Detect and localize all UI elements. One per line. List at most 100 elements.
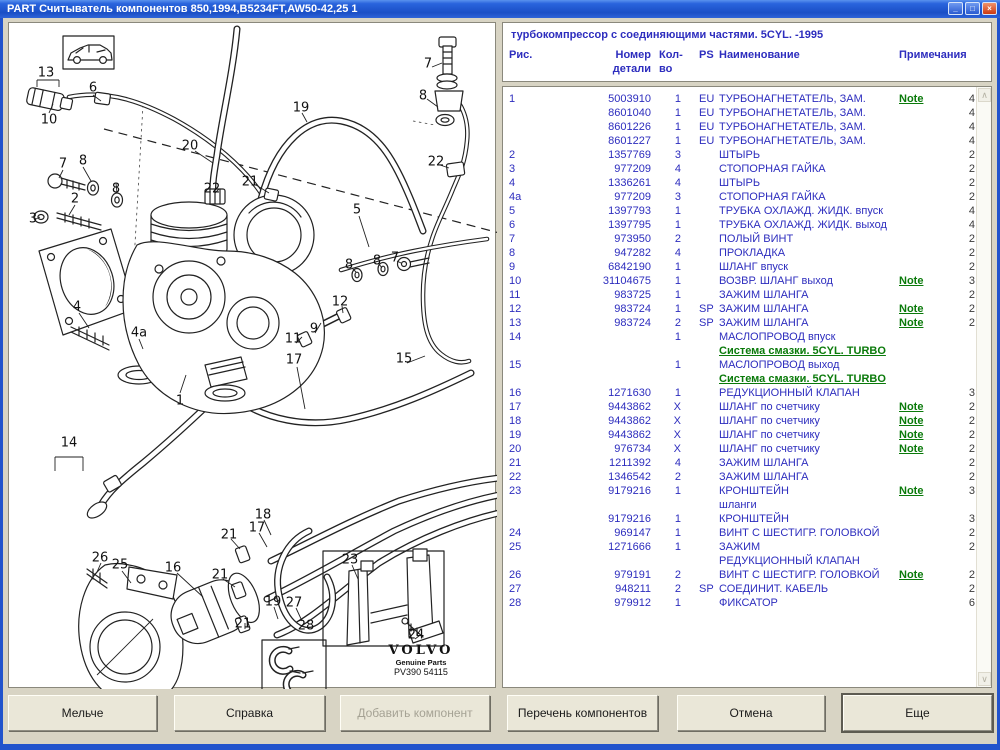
part-row[interactable]: 13 983724 2 SP ЗАЖИМ ШЛАНГА Note 2 [509, 316, 975, 330]
system-link[interactable]: Система смазки. 5CYL. TURBO [719, 344, 899, 358]
cell-qty: 2 [674, 233, 681, 245]
cell-note [899, 246, 951, 260]
part-row[interactable]: 7 973950 2 ПОЛЫЙ ВИНТ 2 [509, 232, 975, 246]
cell-qty: X [673, 401, 681, 413]
cell-name: ВИНТ С ШЕСТИГР. ГОЛОВКОЙ [719, 569, 880, 581]
part-row[interactable]: 10 31104675 1 ВОЗВР. ШЛАНГ выход Note 3 [509, 274, 975, 288]
note-link[interactable]: Note [899, 93, 923, 105]
part-subrow: РЕДУКЦИОННЫЙ КЛАПАН [509, 554, 975, 568]
cancel-button[interactable]: Отмена [677, 695, 825, 731]
title-bar: PART Считыватель компонентов 850,1994,B5… [0, 0, 1000, 18]
part-row[interactable]: 20 976734 X ШЛАНГ по счетчику Note 2 [509, 442, 975, 456]
cell-qty-right: 2 [968, 541, 975, 553]
part-row[interactable]: 4a 977209 3 СТОПОРНАЯ ГАЙКА 2 [509, 190, 975, 204]
cell-ps [687, 288, 719, 302]
part-row[interactable]: 28 979912 1 ФИКСАТОР 6 [509, 596, 975, 610]
part-row[interactable]: 26 979191 2 ВИНТ С ШЕСТИГР. ГОЛОВКОЙ Note 2 [509, 568, 975, 582]
cell-name: СТОПОРНАЯ ГАЙКА [719, 163, 826, 175]
cell-note [899, 582, 951, 596]
cell-ps [687, 470, 719, 484]
callout-label-8: 8 [372, 253, 382, 269]
volvo-logo: VOLVO Genuine Parts PV390 54115 [371, 643, 471, 677]
cell-part: 8601040 [608, 107, 651, 119]
turbo-diagram-svg [26, 23, 508, 705]
part-row[interactable]: 1 5003910 1 EU ТУРБОНАГНЕТАТЕЛЬ, ЗАМ. Note 4 [509, 92, 975, 106]
part-row[interactable]: 8601040 1 EU ТУРБОНАГНЕТАТЕЛЬ, ЗАМ. 4 [509, 106, 975, 120]
note-link[interactable]: Note [899, 303, 923, 315]
part-row[interactable]: 8601226 1 EU ТУРБОНАГНЕТАТЕЛЬ, ЗАМ. 4 [509, 120, 975, 134]
cell-qty: 1 [674, 135, 681, 147]
part-row[interactable]: 14 1 МАСЛОПРОВОД впуск [509, 330, 975, 344]
cell-qty-right: 2 [968, 443, 975, 455]
list-scrollbar[interactable]: ∧ ∨ [976, 87, 991, 687]
cell-fig: 17 [509, 401, 522, 413]
cell-part: 9179216 [608, 485, 651, 497]
note-link[interactable]: Note [899, 415, 923, 427]
part-row[interactable]: 3 977209 4 СТОПОРНАЯ ГАЙКА 2 [509, 162, 975, 176]
part-row[interactable]: 11 983725 1 ЗАЖИМ ШЛАНГА 2 [509, 288, 975, 302]
minimize-icon[interactable]: _ [948, 2, 963, 15]
cell-empty [589, 372, 651, 386]
cell-note [899, 526, 951, 540]
cell-name: ШЛАНГ по счетчику [719, 401, 820, 413]
note-link[interactable]: Note [899, 275, 923, 287]
part-row[interactable]: 25 1271666 1 ЗАЖИМ 2 [509, 540, 975, 554]
part-row[interactable]: 15 1 МАСЛОПРОВОД выход [509, 358, 975, 372]
cell-qty: 4 [674, 163, 681, 175]
cell-ps [687, 232, 719, 246]
cell-fig: 22 [509, 471, 522, 483]
note-link[interactable]: Note [899, 401, 923, 413]
cell-qty-right: 2 [968, 401, 975, 413]
part-row[interactable]: 18 9443862 X ШЛАНГ по счетчику Note 2 [509, 414, 975, 428]
callout-label-21: 21 [220, 527, 238, 543]
note-link[interactable]: Note [899, 569, 923, 581]
column-header-name: Наименование [719, 49, 800, 61]
scroll-up-icon[interactable]: ∧ [978, 88, 991, 102]
part-row[interactable]: 23 9179216 1 КРОНШТЕЙН Note 3 [509, 484, 975, 498]
scroll-down-icon[interactable]: ∨ [978, 672, 991, 686]
part-row[interactable]: 12 983724 1 SP ЗАЖИМ ШЛАНГА Note 2 [509, 302, 975, 316]
cell-note [899, 386, 951, 400]
part-row[interactable]: 5 1397793 1 ТРУБКА ОХЛАЖД. ЖИДК. впуск 4 [509, 204, 975, 218]
cell-qty: 1 [674, 303, 681, 315]
part-row[interactable]: 16 1271630 1 РЕДУКЦИОННЫЙ КЛАПАН 3 [509, 386, 975, 400]
cell-qty-right: 2 [968, 303, 975, 315]
part-row[interactable]: 4 1336261 4 ШТЫРЬ 2 [509, 176, 975, 190]
part-row[interactable]: 8601227 1 EU ТУРБОНАГНЕТАТЕЛЬ, ЗАМ. 4 [509, 134, 975, 148]
cell-fig: 15 [509, 359, 522, 371]
close-icon[interactable]: × [982, 2, 997, 15]
help-button[interactable]: Справка [174, 695, 325, 731]
cell-note [899, 204, 951, 218]
part-row[interactable]: 17 9443862 X ШЛАНГ по счетчику Note 2 [509, 400, 975, 414]
part-row[interactable]: 21 1211392 4 ЗАЖИМ ШЛАНГА 2 [509, 456, 975, 470]
note-link[interactable]: Note [899, 317, 923, 329]
part-row[interactable]: 22 1346542 2 ЗАЖИМ ШЛАНГА 2 [509, 470, 975, 484]
more-button[interactable]: Еще [843, 695, 992, 731]
cell-qty: 2 [674, 317, 681, 329]
cell-qty-right [951, 358, 975, 372]
part-row[interactable]: 9 6842190 1 ШЛАНГ впуск 2 [509, 260, 975, 274]
note-link[interactable]: Note [899, 485, 923, 497]
callout-label-8: 8 [418, 88, 428, 104]
cell-ps: SP [699, 303, 714, 315]
cell-part: 6842190 [608, 261, 651, 273]
assembly-title: турбокомпрессор с соединяющими частями. … [511, 29, 824, 41]
note-link[interactable]: Note [899, 429, 923, 441]
part-row[interactable]: 2 1357769 3 ШТЫРЬ 2 [509, 148, 975, 162]
part-row[interactable]: 6 1397795 1 ТРУБКА ОХЛАЖД. ЖИДК. выход 4 [509, 218, 975, 232]
cell-part: 983724 [614, 317, 651, 329]
part-subrow: Система смазки. 5CYL. TURBO [509, 372, 975, 386]
cell-fig: 9 [509, 261, 516, 273]
part-row[interactable]: 27 948211 2 SP СОЕДИНИТ. КАБЕЛЬ 2 [509, 582, 975, 596]
maximize-icon[interactable]: □ [965, 2, 980, 15]
part-row[interactable]: 24 969147 1 ВИНТ С ШЕСТИГР. ГОЛОВКОЙ 2 [509, 526, 975, 540]
part-row[interactable]: 9179216 1 КРОНШТЕЙН 3 [509, 512, 975, 526]
cell-note: Note [899, 92, 951, 106]
part-row[interactable]: 8 947282 4 ПРОКЛАДКА 2 [509, 246, 975, 260]
smaller-button[interactable]: Мельче [8, 695, 157, 731]
system-link[interactable]: Система смазки. 5CYL. TURBO [719, 372, 899, 386]
component-list-button[interactable]: Перечень компонентов [507, 695, 658, 731]
note-link[interactable]: Note [899, 443, 923, 455]
part-row[interactable]: 19 9443862 X ШЛАНГ по счетчику Note 2 [509, 428, 975, 442]
cell-fig: 7 [509, 233, 516, 245]
